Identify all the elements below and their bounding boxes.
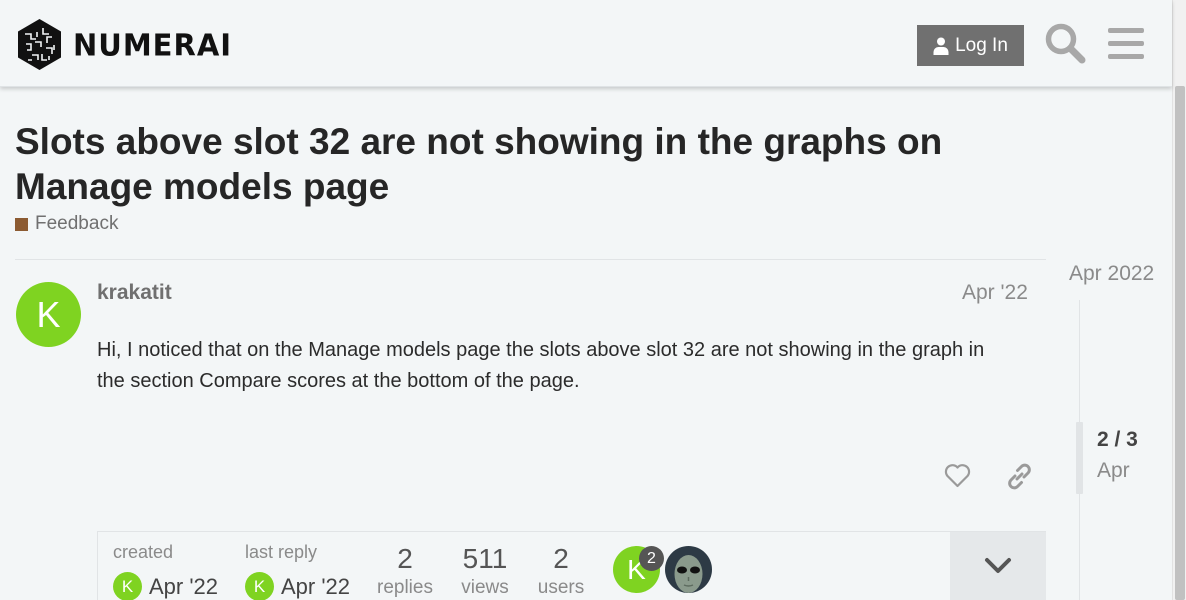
site-logo[interactable]: NUMERAI bbox=[16, 18, 232, 71]
expand-summary-button[interactable] bbox=[950, 532, 1046, 600]
site-header: NUMERAI Log In bbox=[0, 0, 1172, 87]
login-label: Log In bbox=[955, 34, 1008, 56]
user-icon bbox=[933, 37, 949, 55]
login-button[interactable]: Log In bbox=[917, 25, 1024, 66]
timeline-position: 2 / 3 bbox=[1097, 428, 1138, 451]
views-count: 511 bbox=[462, 543, 508, 574]
participant-post-count-badge: 2 bbox=[639, 546, 664, 571]
link-icon[interactable] bbox=[1006, 463, 1033, 490]
replies-stat: 2 replies bbox=[372, 542, 438, 600]
category-badge[interactable]: Feedback bbox=[15, 213, 118, 235]
hamburger-menu-icon[interactable] bbox=[1108, 26, 1144, 60]
post-author-avatar[interactable]: K bbox=[16, 282, 81, 347]
views-label: views bbox=[461, 577, 509, 598]
topic-divider bbox=[15, 259, 1046, 260]
users-stat: 2 users bbox=[528, 542, 594, 600]
participant-avatar-alien[interactable] bbox=[665, 546, 712, 593]
numerai-logo-icon bbox=[18, 19, 61, 70]
search-icon[interactable] bbox=[1044, 22, 1086, 64]
created-label: created bbox=[113, 542, 174, 562]
created-avatar: K bbox=[113, 572, 142, 600]
heart-icon[interactable] bbox=[944, 463, 971, 488]
timeline-scroll-handle[interactable] bbox=[1076, 422, 1083, 494]
users-label: users bbox=[537, 577, 585, 598]
timeline-current-date: Apr bbox=[1097, 459, 1130, 482]
post-author-username[interactable]: krakatit bbox=[97, 281, 172, 305]
created-date: Apr '22 bbox=[149, 573, 219, 599]
post-date[interactable]: Apr '22 bbox=[962, 281, 1028, 305]
brand-name: NUMERAI bbox=[73, 26, 233, 63]
replies-label: replies bbox=[377, 577, 433, 598]
users-count: 2 bbox=[553, 543, 569, 574]
timeline-start-date[interactable]: Apr 2022 bbox=[1069, 262, 1154, 286]
post-body: Hi, I noticed that on the Manage models … bbox=[97, 339, 985, 392]
replies-count: 2 bbox=[397, 543, 413, 574]
chevron-down-icon bbox=[985, 558, 1011, 573]
last-reply-date: Apr '22 bbox=[281, 573, 351, 599]
last-reply-info[interactable]: K Apr '22 bbox=[245, 572, 350, 600]
page-scrollbar[interactable] bbox=[1172, 0, 1186, 600]
created-info[interactable]: K Apr '22 bbox=[113, 572, 218, 600]
category-color-swatch bbox=[15, 217, 28, 231]
category-label: Feedback bbox=[35, 213, 119, 234]
topic-title[interactable]: Slots above slot 32 are not showing in t… bbox=[15, 119, 1015, 209]
last-reply-label: last reply bbox=[245, 542, 318, 562]
last-reply-avatar: K bbox=[245, 572, 274, 600]
topic-summary: created K Apr '22 last reply K Apr '22 2… bbox=[97, 531, 1046, 600]
views-stat: 511 views bbox=[452, 542, 518, 600]
scrollbar-thumb[interactable] bbox=[1175, 86, 1185, 600]
alien-avatar-icon bbox=[665, 546, 712, 593]
